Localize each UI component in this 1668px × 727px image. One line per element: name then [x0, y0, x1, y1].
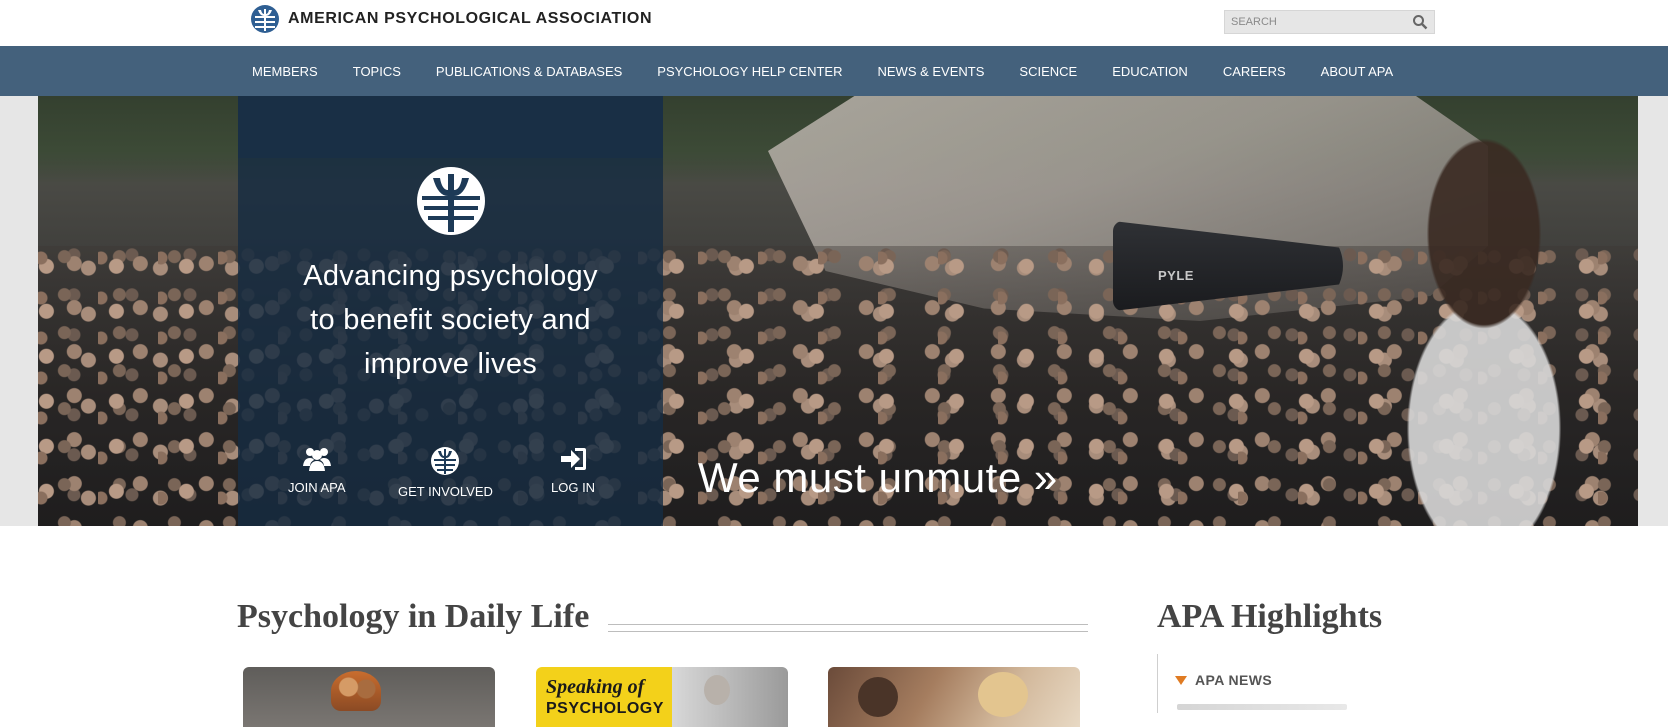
nav-item-psychology-help-center[interactable]: PSYCHOLOGY HELP CENTER: [657, 64, 842, 79]
apa-logo-icon: [431, 447, 460, 475]
card-title-line-2: PSYCHOLOGY: [546, 700, 664, 717]
megaphone-brand: PYLE: [1158, 268, 1194, 283]
join-apa-button[interactable]: JOIN APA: [288, 446, 346, 495]
sign-in-icon: [561, 448, 587, 470]
hero-speaker-image: [1308, 136, 1628, 526]
apa-logo-icon: [251, 5, 279, 33]
nav-item-members[interactable]: MEMBERS: [252, 64, 318, 79]
nav-item-education[interactable]: EDUCATION: [1112, 64, 1188, 79]
apa-news-toggle[interactable]: APA NEWS: [1175, 672, 1272, 688]
speaking-of-psychology-card[interactable]: Speaking of PSYCHOLOGY: [536, 667, 788, 727]
hero-panel: Advancing psychology to benefit society …: [238, 96, 663, 526]
site-header: AMERICAN PSYCHOLOGICAL ASSOCIATION: [0, 0, 1668, 47]
chevron-down-icon: [1175, 675, 1187, 685]
main-nav: MEMBERS TOPICS PUBLICATIONS & DATABASES …: [0, 46, 1668, 96]
section-title: Psychology in Daily Life: [237, 598, 590, 635]
apa-news-label: APA NEWS: [1195, 672, 1273, 688]
news-item-preview[interactable]: [1177, 704, 1347, 710]
nav-item-topics[interactable]: TOPICS: [353, 64, 401, 79]
get-involved-button[interactable]: GET INVOLVED: [398, 446, 493, 499]
card-photo-person: [858, 677, 898, 717]
log-in-button[interactable]: LOG IN: [551, 446, 595, 495]
highlights-title: APA Highlights: [1157, 598, 1383, 635]
nav-item-careers[interactable]: CAREERS: [1223, 64, 1286, 79]
org-name: AMERICAN PSYCHOLOGICAL ASSOCIATION: [288, 10, 653, 27]
card-photo-face: [704, 675, 730, 705]
card-photo: [672, 667, 788, 727]
apa-logo-link[interactable]: AMERICAN PSYCHOLOGICAL ASSOCIATION: [250, 4, 652, 34]
nav-item-news-events[interactable]: NEWS & EVENTS: [877, 64, 984, 79]
highlights-divider: [1157, 654, 1158, 713]
tagline-line-1: Advancing psychology: [303, 260, 598, 292]
family-photo-card[interactable]: [828, 667, 1080, 727]
hero-panel-top: [238, 96, 663, 158]
card-illustration: [331, 671, 381, 711]
hero-banner: PYLE Advancing psychology to benefit soc…: [38, 96, 1638, 526]
card-photo-person: [978, 672, 1028, 717]
tagline-line-3: improve lives: [363, 348, 538, 380]
unmute-cta-link[interactable]: We must unmute »: [698, 454, 1058, 502]
search-icon[interactable]: [1412, 14, 1428, 30]
nav-item-publications-databases[interactable]: PUBLICATIONS & DATABASES: [436, 64, 622, 79]
hero-actions: JOIN APA GET INVOLVED LOG IN: [238, 446, 663, 516]
log-in-label: LOG IN: [551, 480, 596, 495]
children-story-card[interactable]: [243, 667, 495, 727]
hero-tagline: Advancing psychology to benefit society …: [238, 254, 663, 386]
section-title-rule: [608, 624, 1088, 632]
card-title-line-1: Speaking of: [546, 676, 645, 698]
nav-item-about-apa[interactable]: ABOUT APA: [1321, 64, 1394, 79]
get-involved-label: GET INVOLVED: [398, 484, 493, 499]
join-apa-label: JOIN APA: [288, 480, 346, 495]
apa-logo-icon: [417, 167, 485, 235]
tagline-line-2: to benefit society and: [310, 304, 591, 336]
nav-item-science[interactable]: SCIENCE: [1019, 64, 1077, 79]
users-icon: [302, 448, 331, 471]
search-box: [1224, 10, 1435, 34]
search-input[interactable]: [1225, 15, 1408, 29]
